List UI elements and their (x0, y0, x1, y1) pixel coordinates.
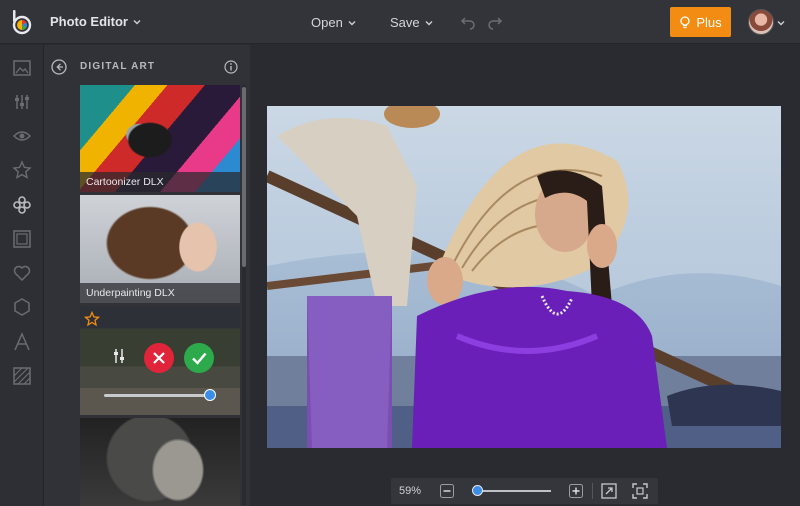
apply-effect-button[interactable] (184, 343, 214, 373)
frame-icon[interactable] (12, 229, 32, 249)
plus-upgrade-button[interactable]: Plus (670, 7, 731, 37)
open-label: Open (311, 15, 343, 30)
texture-icon[interactable] (12, 366, 32, 386)
save-menu-button[interactable]: Save (390, 15, 433, 30)
hexagon-icon[interactable] (12, 297, 32, 317)
undo-icon[interactable] (460, 14, 476, 30)
plus-label: Plus (696, 14, 722, 30)
zoom-percent: 59% (399, 485, 422, 497)
zoom-slider-track (475, 490, 551, 492)
zoom-slider[interactable] (472, 485, 484, 496)
back-arrow-icon[interactable] (51, 59, 67, 75)
redo-icon[interactable] (487, 14, 503, 30)
effect-cartoonizer-dlx[interactable]: Cartoonizer DLX (80, 85, 240, 192)
chevron-down-icon (133, 19, 141, 24)
star-icon[interactable] (12, 160, 32, 180)
cancel-effect-button[interactable] (144, 343, 174, 373)
image-icon[interactable] (12, 58, 32, 78)
effect-underpainting-dlx[interactable]: Underpainting DLX (80, 195, 240, 303)
save-label: Save (390, 15, 420, 30)
fit-to-screen-icon[interactable] (601, 483, 617, 499)
zoom-separator (592, 483, 593, 499)
panel-title: DIGITAL ART (80, 61, 156, 72)
panel-scrollbar[interactable] (242, 87, 246, 267)
tool-rail (0, 45, 44, 506)
lightbulb-icon (680, 15, 690, 28)
zoom-out-icon[interactable] (440, 484, 454, 498)
close-icon (153, 352, 165, 364)
text-icon[interactable] (12, 332, 32, 352)
effects-panel: DIGITAL ART Cartoonizer DLX Underpaintin… (44, 45, 250, 506)
fullscreen-icon[interactable] (632, 483, 648, 499)
adjust-icon[interactable] (12, 92, 32, 112)
chevron-down-icon[interactable] (777, 19, 785, 27)
app-logo[interactable] (10, 9, 34, 35)
effect-active-settings (80, 307, 240, 415)
chevron-down-icon (425, 20, 433, 25)
zoom-toolbar: 59% (391, 478, 658, 504)
effects-icon[interactable] (12, 195, 32, 215)
zoom-in-icon[interactable] (569, 484, 583, 498)
top-bar: Photo Editor Open Save Plus (0, 0, 800, 44)
effect-strength-slider[interactable] (203, 389, 216, 401)
heart-icon[interactable] (12, 263, 32, 283)
app-title: Photo Editor (50, 14, 128, 29)
effect-label: Cartoonizer DLX (80, 172, 240, 192)
user-avatar[interactable] (748, 9, 774, 35)
edited-photo (267, 106, 781, 448)
favorite-star-icon[interactable] (84, 311, 100, 327)
chevron-down-icon (348, 20, 356, 25)
effect-label: Underpainting DLX (80, 283, 240, 303)
eye-icon[interactable] (12, 126, 32, 146)
check-icon (192, 352, 207, 365)
photo-canvas[interactable] (267, 106, 781, 448)
effect-settings-icon[interactable] (110, 347, 128, 365)
app-title-menu[interactable]: Photo Editor (50, 14, 141, 29)
open-menu-button[interactable]: Open (311, 15, 356, 30)
info-icon[interactable] (224, 60, 238, 74)
effect-strength-track (104, 394, 212, 397)
effect-thumbnail[interactable] (80, 418, 240, 506)
